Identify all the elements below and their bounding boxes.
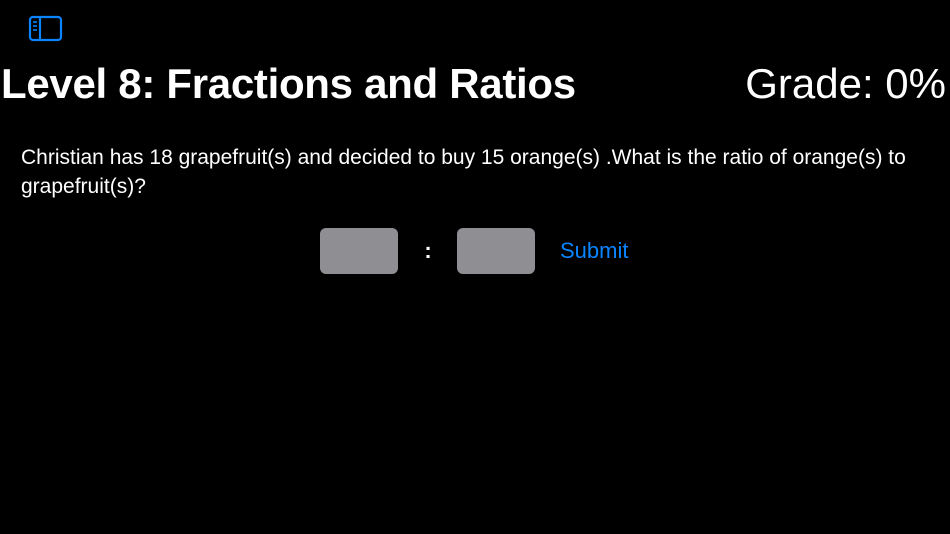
grade-label: Grade: 0% <box>745 60 946 107</box>
app-screen: Level 8: Fractions and Ratios Grade: 0% … <box>0 0 950 534</box>
ratio-first-input[interactable] <box>320 228 398 274</box>
ratio-separator: : <box>424 238 432 263</box>
ratio-answer-row: : Submit <box>0 228 950 274</box>
ratio-second-input[interactable] <box>457 228 535 274</box>
submit-button[interactable]: Submit <box>560 236 628 266</box>
level-title: Level 8: Fractions and Ratios <box>1 60 576 107</box>
question-text: Christian has 18 grapefruit(s) and decid… <box>21 146 906 198</box>
sidebar-toggle-icon <box>28 15 63 42</box>
sidebar-toggle-button[interactable] <box>28 14 64 44</box>
